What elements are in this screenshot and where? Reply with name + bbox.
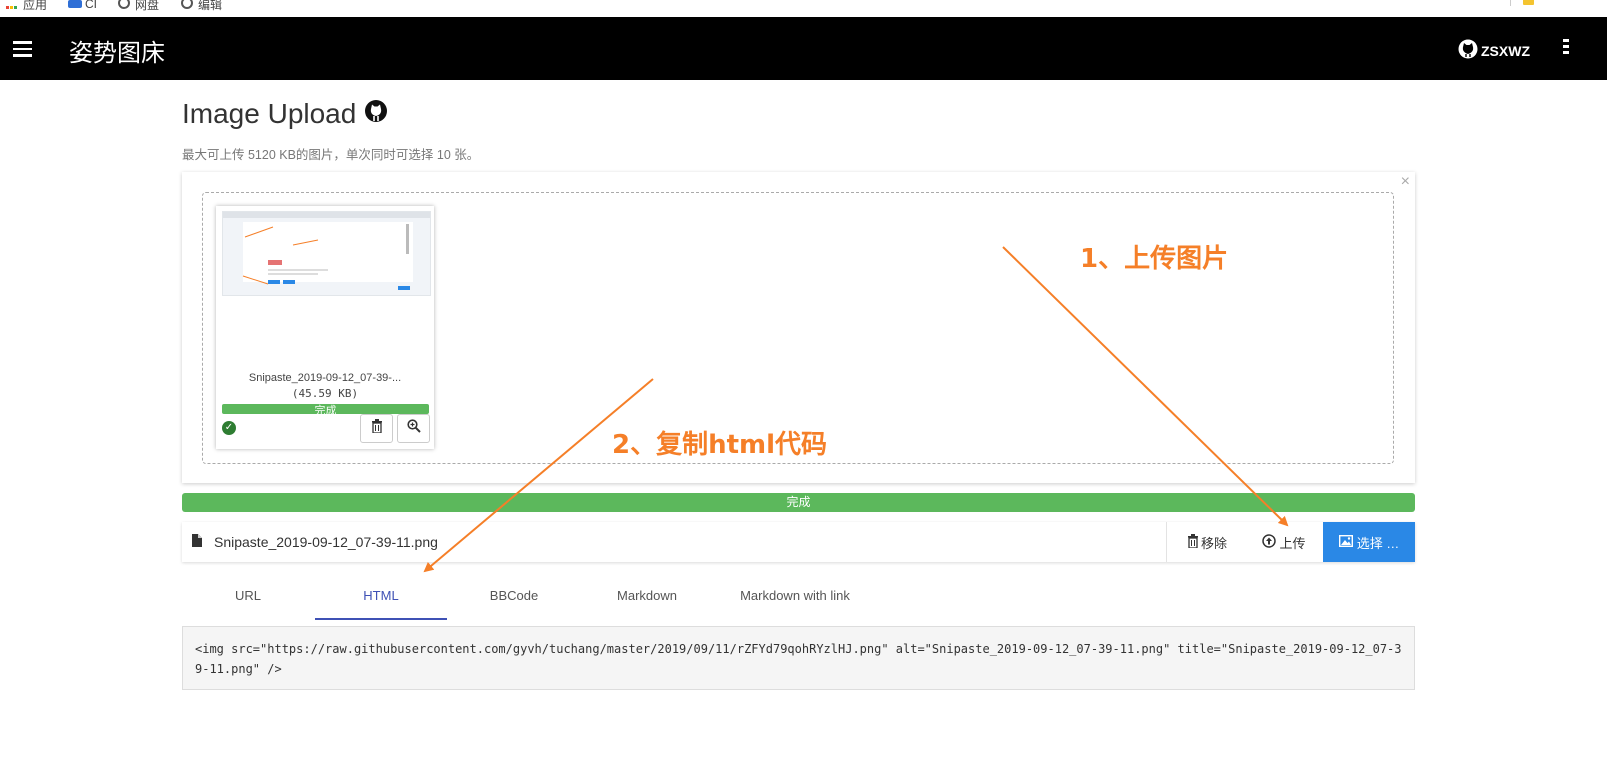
github-icon[interactable] bbox=[364, 98, 388, 130]
bookmark-netdisk[interactable]: 网盘 bbox=[118, 0, 159, 12]
upload-progress-bar: 完成 bbox=[182, 493, 1415, 512]
zoom-file-button[interactable] bbox=[397, 414, 430, 443]
tab-markdown[interactable]: Markdown bbox=[581, 576, 713, 618]
check-circle-icon: ✓ bbox=[222, 421, 236, 435]
tab-url[interactable]: URL bbox=[182, 576, 314, 618]
globe-icon bbox=[118, 0, 130, 9]
upload-progress-label: 完成 bbox=[786, 495, 811, 509]
tab-markdown-with-link[interactable]: Markdown with link bbox=[714, 576, 876, 618]
bookmark-label: CI bbox=[85, 0, 97, 11]
tab-bbcode[interactable]: BBCode bbox=[448, 576, 580, 618]
thumbnail-image bbox=[222, 211, 431, 296]
page-title: Image Upload bbox=[182, 98, 388, 130]
upload-label: 上传 bbox=[1279, 535, 1306, 551]
bookmark-edit[interactable]: 编辑 bbox=[181, 0, 222, 12]
hamburger-menu-icon[interactable] bbox=[13, 41, 32, 57]
tab-html[interactable]: HTML bbox=[315, 576, 447, 620]
upload-limit-note: 最大可上传 5120 KB的图片，单次同时可选择 10 张。 bbox=[182, 148, 480, 162]
bookmark-apps[interactable]: 应用 bbox=[6, 0, 47, 12]
user-menu[interactable]: ZSXWZ bbox=[1458, 39, 1530, 62]
bookmarks-bar: 应用 CI 网盘 编辑 bbox=[0, 0, 1607, 17]
bookmark-label: 网盘 bbox=[135, 0, 160, 12]
upload-circle-icon bbox=[1262, 533, 1277, 551]
close-icon[interactable]: × bbox=[1401, 173, 1410, 191]
trash-icon bbox=[1187, 533, 1199, 551]
folder-icon[interactable] bbox=[1523, 0, 1534, 5]
file-thumbnail-card: Snipaste_2019-09-12_07-39-... (45.59 KB)… bbox=[216, 206, 434, 449]
apps-grid-icon bbox=[6, 0, 18, 9]
username: ZSXWZ bbox=[1481, 42, 1530, 59]
file-caption: Snipaste_2019-09-12_07-39-11.png bbox=[182, 522, 1166, 562]
bookmark-label: 编辑 bbox=[198, 0, 223, 12]
thumbnail-file-name: Snipaste_2019-09-12_07-39-... bbox=[248, 372, 402, 384]
remove-label: 移除 bbox=[1200, 535, 1227, 551]
list-icon[interactable] bbox=[1563, 39, 1569, 57]
browse-button[interactable]: 选择 … bbox=[1323, 522, 1415, 562]
globe-icon bbox=[181, 0, 193, 9]
thumbnail-progress-bar: 完成 bbox=[222, 404, 429, 414]
delete-file-button[interactable] bbox=[360, 414, 393, 443]
file-input-group: Snipaste_2019-09-12_07-39-11.png 移除 上传 选… bbox=[182, 522, 1415, 562]
remove-button[interactable]: 移除 bbox=[1166, 522, 1247, 562]
file-icon bbox=[192, 534, 202, 550]
annotation-step2: 2、复制html代码 bbox=[612, 430, 828, 460]
code-output[interactable]: <img src="https://raw.githubusercontent.… bbox=[182, 626, 1415, 690]
folder-icon bbox=[68, 0, 82, 9]
thumbnail-progress-label: 完成 bbox=[314, 405, 337, 414]
annotation-step1: 1、上传图片 bbox=[1080, 244, 1229, 274]
image-icon bbox=[1338, 534, 1353, 550]
trash-icon bbox=[371, 419, 383, 438]
github-icon bbox=[1458, 39, 1478, 62]
bookmark-label: 应用 bbox=[23, 0, 48, 12]
bookmark-ci[interactable]: CI bbox=[68, 0, 97, 12]
thumbnail-file-size: (45.59 KB) bbox=[291, 387, 359, 400]
browse-label: 选择 … bbox=[1356, 535, 1400, 551]
file-caption-name: Snipaste_2019-09-12_07-39-11.png bbox=[214, 534, 438, 550]
page-title-text: Image Upload bbox=[182, 98, 357, 129]
top-navbar: 姿势图床 ZSXWZ bbox=[0, 17, 1607, 80]
zoom-in-icon bbox=[406, 419, 421, 438]
divider bbox=[1510, 0, 1511, 6]
brand-title[interactable]: 姿势图床 bbox=[69, 33, 165, 68]
upload-button[interactable]: 上传 bbox=[1246, 522, 1322, 562]
